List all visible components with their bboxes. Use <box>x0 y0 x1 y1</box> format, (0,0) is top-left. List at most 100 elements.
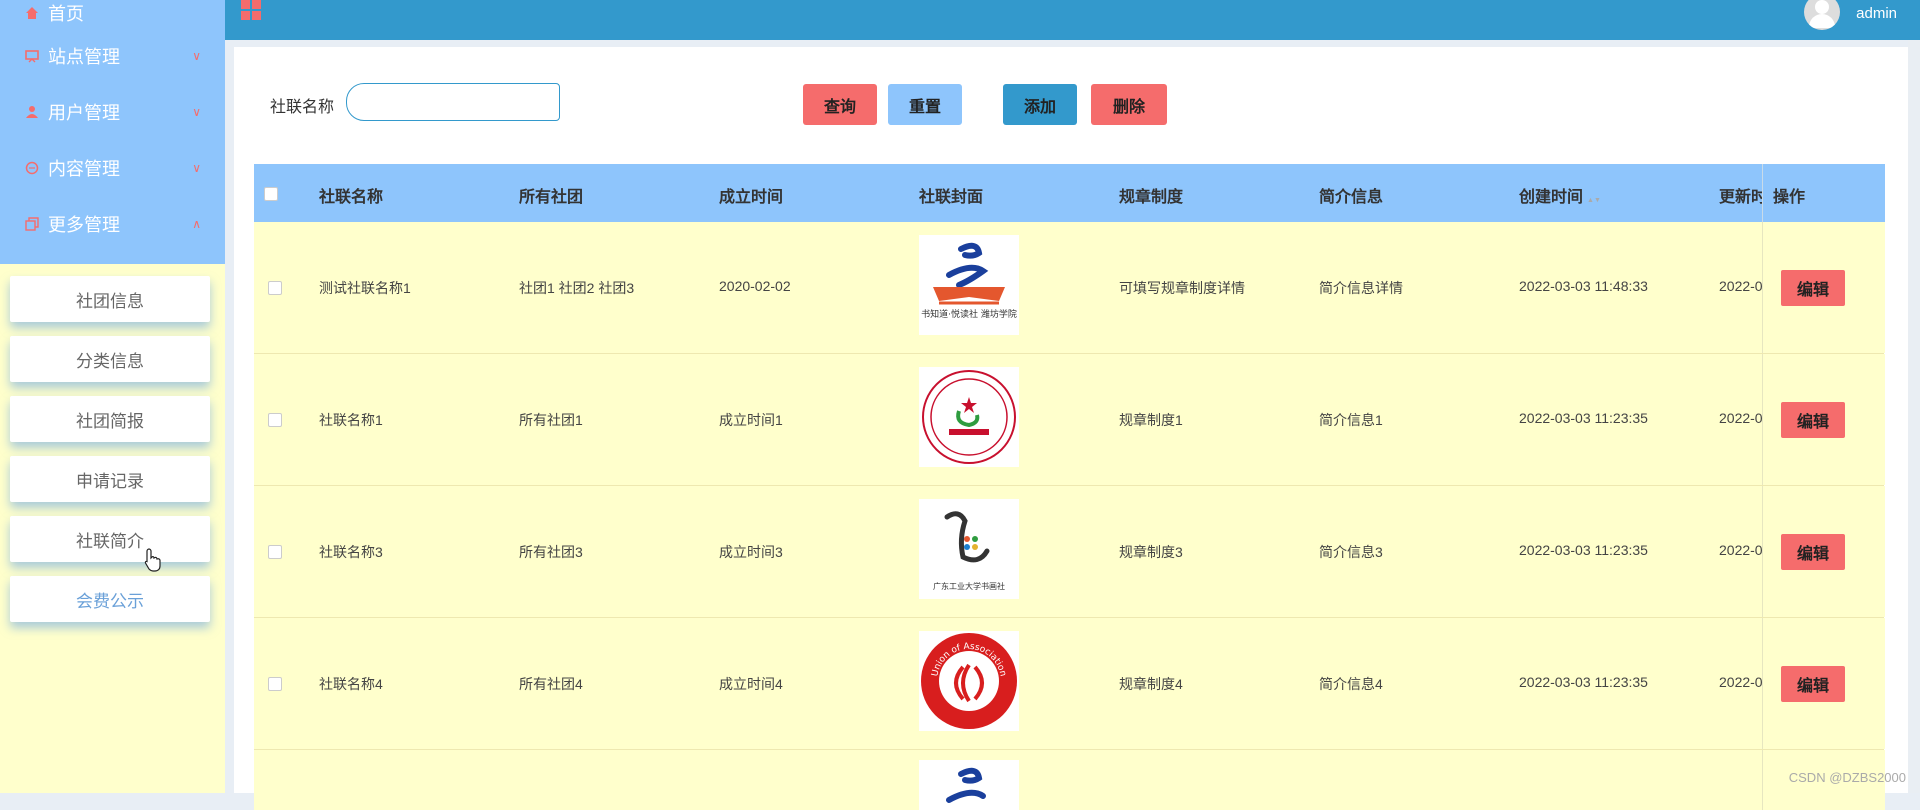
sort-icon[interactable]: ▲▼ <box>1587 197 1601 204</box>
sidebar-item-label: 内容管理 <box>48 159 120 179</box>
cell-founded: 成立时间3 <box>719 544 783 560</box>
sidebar-item-more[interactable]: 更多管理 ∧ <box>0 196 225 252</box>
home-icon <box>24 5 40 21</box>
cell-created: 2022-03-03 11:23:35 <box>1519 410 1648 426</box>
row-checkbox[interactable] <box>268 413 282 427</box>
row-checkbox[interactable] <box>268 545 282 559</box>
cell-updated: 2022-0 <box>1719 674 1763 690</box>
cover-image <box>919 367 1019 467</box>
sidebar-item-content[interactable]: 内容管理 ∨ <box>0 140 225 196</box>
cover-image: Union of Association <box>919 631 1019 731</box>
operation-cell: 编辑 <box>1762 222 1885 353</box>
row-checkbox[interactable] <box>268 677 282 691</box>
cell-rules: 规章制度1 <box>1119 412 1183 428</box>
table-row: 测试社联名称1 社团1 社团2 社团3 2020-02-02 书知道·悦读社 潍… <box>254 222 1885 354</box>
cell-intro: 简介信息1 <box>1319 412 1383 428</box>
sidebar-item-users[interactable]: 用户管理 ∨ <box>0 84 225 140</box>
operation-column-header: 操作 <box>1762 164 1885 222</box>
edit-button[interactable]: 编辑 <box>1781 270 1845 306</box>
column-header-created-label: 创建时间 <box>1519 189 1584 206</box>
submenu: 社团信息 分类信息 社团简报 申请记录 社联简介 会费公示 <box>0 264 225 622</box>
submenu-item-application-records[interactable]: 申请记录 <box>10 456 210 502</box>
column-header-name: 社联名称 <box>319 189 384 206</box>
submenu-item-club-info[interactable]: 社团信息 <box>10 276 210 322</box>
cell-updated: 2022-0 <box>1719 542 1763 558</box>
cell-rules: 规章制度3 <box>1119 544 1183 560</box>
edit-button[interactable]: 编辑 <box>1781 534 1845 570</box>
data-table: 社联名称 所有社团 成立时间 社联封面 规章制度 简介信息 创建时间 ▲▼ 更新时… <box>254 164 1885 810</box>
column-header-founded: 成立时间 <box>719 189 784 206</box>
sidebar-item-site[interactable]: 站点管理 ∨ <box>0 28 225 84</box>
sidebar-item-label: 站点管理 <box>48 47 120 67</box>
column-header-clubs: 所有社团 <box>519 189 584 206</box>
sidebar-item-label: 首页 <box>48 4 84 24</box>
column-header-operation: 操作 <box>1773 189 1806 206</box>
operation-cell: 编辑 <box>1762 354 1885 485</box>
cell-created: 2022-03-03 11:48:33 <box>1519 278 1648 294</box>
user-icon <box>24 104 40 120</box>
cell-founded: 成立时间1 <box>719 412 783 428</box>
table-header: 社联名称 所有社团 成立时间 社联封面 规章制度 简介信息 创建时间 ▲▼ 更新时… <box>254 164 1885 222</box>
select-all-checkbox[interactable] <box>264 187 278 201</box>
cell-clubs: 社团1 社团2 社团3 <box>519 280 635 296</box>
column-header-updated: 更新时 <box>1719 189 1768 206</box>
monitor-icon <box>24 48 40 64</box>
table-row <box>254 750 1885 810</box>
cell-updated: 2022-0 <box>1719 278 1763 294</box>
edit-button[interactable]: 编辑 <box>1781 666 1845 702</box>
add-button[interactable]: 添加 <box>1003 84 1077 125</box>
operation-cell: 编辑 <box>1762 618 1885 749</box>
submenu-item-union-intro[interactable]: 社联简介 <box>10 516 210 562</box>
sidebar-item-label: 用户管理 <box>48 103 120 123</box>
cell-rules: 规章制度4 <box>1119 676 1183 692</box>
cover-text: 书知道·悦读社 潍坊学院 <box>921 308 1017 320</box>
chevron-up-icon: ∧ <box>192 217 201 231</box>
submenu-item-category-info[interactable]: 分类信息 <box>10 336 210 382</box>
scrollbar[interactable] <box>1908 40 1920 793</box>
cover-image: 广东工业大学书画社 <box>919 499 1019 599</box>
cover-text: 广东工业大学书画社 <box>933 581 1005 591</box>
chevron-down-icon: ∨ <box>192 161 201 175</box>
table-row: 社联名称4 所有社团4 成立时间4 Union of Association 规… <box>254 618 1885 750</box>
submenu-item-fee-notice[interactable]: 会费公示 <box>10 576 210 622</box>
column-header-created[interactable]: 创建时间 ▲▼ <box>1519 183 1601 207</box>
row-checkbox[interactable] <box>268 281 282 295</box>
cell-clubs: 所有社团1 <box>519 412 583 428</box>
cell-updated: 2022-0 <box>1719 410 1763 426</box>
sidebar-item-home[interactable]: 首页 <box>0 0 225 28</box>
cover-image: 书知道·悦读社 潍坊学院 <box>919 235 1019 335</box>
column-header-intro: 简介信息 <box>1319 189 1384 206</box>
main-panel: 社联名称 查询 重置 添加 删除 社联名称 所有社团 成立时间 社联封面 规章制… <box>234 47 1908 810</box>
cell-intro: 简介信息4 <box>1319 676 1383 692</box>
search-input[interactable] <box>346 83 560 121</box>
table-row: 社联名称1 所有社团1 成立时间1 规章制度1 简介信息1 2022-03-03… <box>254 354 1885 486</box>
edit-button[interactable]: 编辑 <box>1781 402 1845 438</box>
watermark: CSDN @DZBS2000 <box>1788 770 1906 785</box>
copy-icon <box>24 216 40 232</box>
cell-created: 2022-03-03 11:23:35 <box>1519 542 1648 558</box>
avatar[interactable] <box>1804 0 1840 30</box>
search-label: 社联名称 <box>270 99 335 116</box>
sidebar: 首页 站点管理 ∨ 用户管理 ∨ 内容管理 ∨ 更多管理 ∧ 社团信息 分类信息… <box>0 0 225 793</box>
query-button[interactable]: 查询 <box>803 84 877 125</box>
reset-button[interactable]: 重置 <box>888 84 962 125</box>
cell-founded: 2020-02-02 <box>719 278 791 294</box>
column-header-rules: 规章制度 <box>1119 189 1184 206</box>
cell-name: 社联名称1 <box>319 412 383 428</box>
mouse-cursor-icon <box>144 548 161 572</box>
table-row: 社联名称3 所有社团3 成立时间3 广东工业大学书画社 规章制度3 简介信息3 … <box>254 486 1885 618</box>
sidebar-menu: 首页 站点管理 ∨ 用户管理 ∨ 内容管理 ∨ 更多管理 ∧ <box>0 0 225 264</box>
cell-intro: 简介信息3 <box>1319 544 1383 560</box>
chat-icon <box>24 160 40 176</box>
username[interactable]: admin <box>1856 5 1897 22</box>
sidebar-item-label: 更多管理 <box>48 215 120 235</box>
cell-rules: 可填写规章制度详情 <box>1119 280 1245 296</box>
cell-intro: 简介信息详情 <box>1319 280 1403 296</box>
grid-menu-icon[interactable] <box>241 0 263 20</box>
top-bar: admin <box>225 0 1920 40</box>
delete-button[interactable]: 删除 <box>1091 84 1167 125</box>
column-header-cover: 社联封面 <box>919 189 984 206</box>
submenu-item-club-brief[interactable]: 社团简报 <box>10 396 210 442</box>
chevron-down-icon: ∨ <box>192 105 201 119</box>
cell-created: 2022-03-03 11:23:35 <box>1519 674 1648 690</box>
